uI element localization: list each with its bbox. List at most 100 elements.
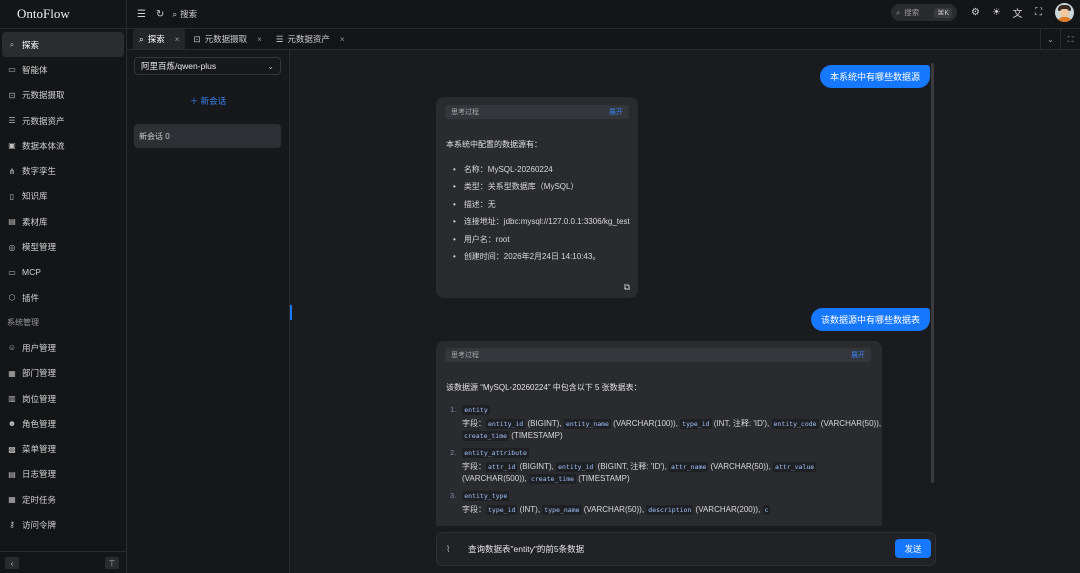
new-conversation-button[interactable]: ＋ 新会话 [127,95,289,107]
sidebar-item-label: 数字孪生 [22,166,57,177]
sidebar-item-users[interactable]: ☺ 用户管理 [2,335,124,360]
maximize-icon[interactable]: ⛶ [1060,29,1080,50]
sidebar-item-label: 部门管理 [22,368,57,379]
position-icon: ▥ [8,394,16,403]
chat-input-value[interactable]: 查询数据表"entity"的前5条数据 [468,543,584,555]
thinking-label: 思考过程 [451,352,479,359]
mcp-icon: ▭ [8,267,16,277]
sidebar-item-logs[interactable]: ▤ 日志管理 [2,462,124,487]
sidebar-item-digital-twin[interactable]: ⋔ 数字孪生 [2,158,124,183]
field-type-text: (TIMESTAMP) [509,431,563,440]
field-name-code: description [646,505,694,515]
chevron-down-icon[interactable]: ⌄ [1040,29,1060,50]
avatar[interactable] [1055,3,1074,22]
expand-button[interactable]: 展开 [609,107,623,117]
sidebar-item-label: 素材库 [22,216,48,227]
expand-button[interactable]: 展开 [851,350,865,360]
sidebar-item-scheduled-tasks[interactable]: ▦ 定时任务 [2,487,124,512]
table-fields-line: create_time (TIMESTAMP) [462,431,563,441]
conversation-panel: 阿里百炼/qwen-plus ⌄ ＋ 新会话 新会话 0 [127,50,290,573]
model-icon: ◎ [8,242,16,252]
sidebar-nav: ⌕ 探索 ▭ 智能体 ⊡ 元数据摄取 ☰ 元数据资产 ▣ 数据本体流 ⋔ 数字孪生 ▯ 知识库… [2,32,124,538]
conversation-item[interactable]: 新会话 0 [134,124,281,148]
tab-ingest[interactable]: ⊡ 元数据摄取 × [187,29,267,49]
send-button[interactable]: 发送 [895,539,931,558]
collapse-sidebar-button[interactable]: ‹ [5,557,19,569]
sidebar-item-materials[interactable]: ▤ 素材库 [2,209,124,234]
translate-icon[interactable]: 文 [1007,5,1028,20]
sidebar-item-label: 日志管理 [22,469,57,480]
sidebar-item-label: 智能体 [22,64,48,75]
field-name-code: entity_id [486,419,526,429]
list-number: 1. [450,405,457,414]
field-type-text: (VARCHAR(50)), [818,419,882,428]
close-icon[interactable]: × [340,35,345,44]
field-name-code: entity_id [556,462,596,472]
menu-icon: ▩ [8,444,16,454]
sidebar-item-label: MCP [22,267,41,278]
field-type-text: (TIMESTAMP) [576,474,630,483]
model-select[interactable]: 阿里百炼/qwen-plus ⌄ [134,57,281,75]
sidebar-item-label: 数据本体流 [22,140,65,151]
field-name-code: attr_name [669,462,709,472]
menu-toggle-icon[interactable]: ☰ [137,9,146,20]
sidebar-item-assets[interactable]: ☰ 元数据资产 [2,108,124,133]
sidebar-item-label: 岗位管理 [22,393,57,404]
chat-input[interactable]: ⌇ 查询数据表"entity"的前5条数据 发送 [436,532,936,566]
tab-label: 元数据摄取 [204,34,248,44]
sidebar-item-explore[interactable]: ⌕ 探索 [2,32,124,58]
sidebar-item-label: 探索 [22,39,40,50]
sidebar-item-label: 角色管理 [22,418,57,429]
copy-icon[interactable]: ⧉ [624,282,630,293]
close-icon[interactable]: × [257,35,262,44]
close-icon[interactable]: × [175,35,180,44]
field-name-code: type_name [542,505,582,515]
assistant-intro: 该数据源 “MySQL-20260224” 中包含以下 5 张数据表： [446,383,642,392]
theme-toggle-icon[interactable]: ☀ [986,7,1007,18]
sidebar-item-models[interactable]: ◎ 模型管理 [2,234,124,259]
folder-icon: ▤ [8,217,16,227]
sidebar-item-departments[interactable]: ▦ 部门管理 [2,361,124,386]
global-search-box[interactable]: ⌕ 搜索 ⌘K [891,4,957,21]
topbar-search[interactable]: ⌕ 搜索 [172,8,197,20]
sidebar-item-access-tokens[interactable]: ⚷ 访问令牌 [2,512,124,537]
tab-assets[interactable]: ☰ 元数据资产 × [270,29,351,49]
sidebar-item-agent[interactable]: ▭ 智能体 [2,57,124,82]
refresh-icon[interactable]: ↻ [156,9,164,20]
field-name-code: entity_name [563,419,611,429]
sidebar-item-positions[interactable]: ▥ 岗位管理 [2,386,124,411]
sidebar-item-label: 定时任务 [22,494,57,505]
field-name-code: create_time [528,474,577,484]
field-name-code: type_id [486,505,518,515]
field-name-code: type_id [680,419,712,429]
tab-explore[interactable]: ⌕ 探索 × [133,29,186,49]
list-number: 2. [450,448,457,457]
resize-handle[interactable] [290,305,292,320]
topbar-actions: ⌕ 搜索 ⌘K ⚙ ☀ 文 ⛶ [891,3,1074,22]
sidebar-item-plugins[interactable]: ⬡ 插件 [2,285,124,310]
sidebar-item-roles[interactable]: ☻ 角色管理 [2,411,124,436]
thinking-section[interactable]: 思考过程 展开 [445,348,871,362]
sidebar-item-ontology-flow[interactable]: ▣ 数据本体流 [2,133,124,158]
key-icon: ⚷ [9,520,15,530]
sidebar-item-label: 元数据资产 [22,115,65,126]
field-type-text: (BIGINT, 注释: 'ID'), [595,462,670,471]
list-item: 名称：MySQL-20260224 [453,164,553,175]
attachment-icon[interactable]: ⌇ [446,544,450,555]
sidebar-item-menus[interactable]: ▩ 菜单管理 [2,436,124,461]
thinking-section[interactable]: 思考过程 展开 [445,105,629,119]
app-logo: OntoFlow [0,0,126,29]
user-message: 本系统中有哪些数据源 [820,65,931,88]
sidebar-item-ingest[interactable]: ⊡ 元数据摄取 [2,83,124,108]
pin-icon[interactable]: ⊤ [105,557,119,569]
list-item: 1. entity [450,405,490,415]
list-number: 3. [450,491,457,500]
sidebar-item-mcp[interactable]: ▭ MCP [2,260,124,285]
list-item: 创建时间：2026年2月24日 14:10:43。 [453,251,601,262]
fullscreen-icon[interactable]: ⛶ [1028,7,1049,18]
field-type-text: (BIGINT), [525,419,564,428]
field-type-text: (VARCHAR(500)), [462,474,529,483]
scrollbar[interactable] [931,63,934,483]
sidebar-item-knowledge[interactable]: ▯ 知识库 [2,184,124,209]
gear-icon[interactable]: ⚙ [965,7,986,18]
